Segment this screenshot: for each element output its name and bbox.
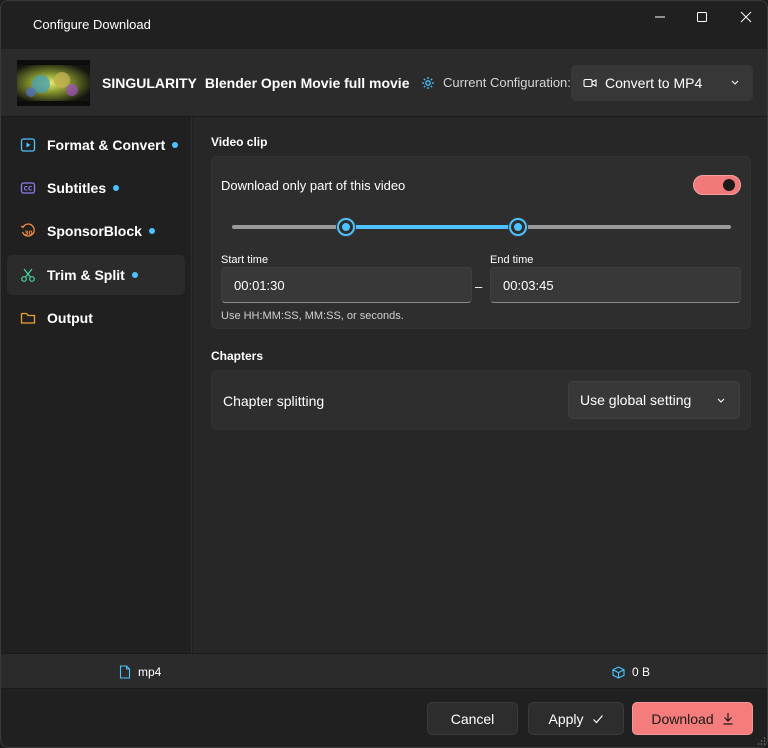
sidebar-item-label: SponsorBlock	[47, 223, 142, 239]
close-button[interactable]	[723, 1, 767, 33]
resize-grip-icon[interactable]	[756, 736, 766, 746]
folder-icon	[19, 309, 37, 327]
channel-name: SINGULARITY	[102, 75, 197, 91]
partial-download-toggle[interactable]	[693, 175, 741, 195]
svg-text:CC: CC	[24, 186, 33, 193]
sidebar-item-format-convert[interactable]: Format & Convert	[7, 125, 185, 165]
gear-icon	[422, 76, 434, 89]
minimize-icon	[655, 16, 665, 18]
chapter-splitting-value: Use global setting	[580, 392, 692, 408]
apply-button[interactable]: Apply	[528, 702, 624, 735]
cancel-button[interactable]: Cancel	[427, 702, 518, 735]
modified-indicator	[148, 228, 155, 234]
sidebar: Format & Convert CC Subtitles 30 Sponsor…	[1, 117, 192, 653]
play-box-icon	[19, 136, 37, 154]
chapters-card: Chapter splitting Use global setting	[211, 370, 751, 430]
configuration-dropdown[interactable]: Convert to MP4	[571, 65, 753, 101]
checkmark-icon	[592, 714, 603, 723]
modified-indicator	[131, 272, 138, 278]
video-camera-icon	[583, 78, 597, 88]
video-title: SINGULARITY Blender Open Movie full movie	[102, 75, 409, 91]
download-button[interactable]: Download	[632, 702, 753, 735]
size-status: 0 B	[612, 665, 650, 679]
time-format-hint: Use HH:MM:SS, MM:SS, or seconds.	[221, 310, 404, 322]
sidebar-item-sponsorblock[interactable]: 30 SponsorBlock	[7, 211, 185, 251]
sidebar-item-trim-split[interactable]: Trim & Split	[7, 255, 185, 295]
modified-indicator	[172, 142, 179, 148]
chapter-splitting-dropdown[interactable]: Use global setting	[568, 381, 740, 419]
chevron-down-icon	[717, 398, 725, 403]
configure-download-window: Configure Download SINGULARITY Blender O…	[0, 0, 768, 748]
toggle-knob	[723, 179, 735, 191]
package-icon	[612, 665, 625, 679]
range-start-handle[interactable]	[336, 217, 356, 237]
sidebar-item-label: Subtitles	[47, 180, 107, 196]
start-time-label: Start time	[221, 254, 269, 266]
video-clip-heading: Video clip	[211, 135, 268, 149]
sidebar-item-label: Trim & Split	[47, 267, 125, 283]
download-icon	[723, 713, 733, 725]
video-clip-card: Download only part of this video Start t…	[211, 156, 751, 329]
sidebar-item-subtitles[interactable]: CC Subtitles	[7, 168, 185, 208]
trim-split-panel: Video clip Download only part of this vi…	[193, 117, 767, 653]
clip-range-fill	[346, 225, 518, 229]
maximize-button[interactable]	[679, 1, 725, 33]
dialog-footer: Cancel Apply Download	[1, 689, 767, 747]
start-time-input[interactable]: 00:01:30	[221, 267, 472, 303]
chapters-heading: Chapters	[211, 349, 264, 363]
sidebar-item-label: Format & Convert	[47, 137, 166, 153]
time-range-separator: –	[475, 279, 483, 294]
scissors-icon	[19, 266, 37, 284]
file-icon	[119, 665, 131, 679]
title-bar: Configure Download	[1, 1, 767, 49]
minimize-button[interactable]	[637, 1, 683, 33]
modified-indicator	[113, 185, 120, 191]
partial-download-label: Download only part of this video	[221, 178, 406, 193]
chapter-splitting-label: Chapter splitting	[223, 393, 325, 409]
video-thumbnail	[17, 60, 90, 106]
size-value: 0 B	[632, 665, 651, 679]
maximize-icon	[697, 12, 707, 22]
rewind-30-icon: 30	[19, 222, 37, 240]
video-header: SINGULARITY Blender Open Movie full movie…	[1, 49, 767, 117]
configuration-value: Convert to MP4	[605, 75, 703, 91]
format-status: mp4	[119, 665, 161, 679]
sidebar-item-output[interactable]: Output	[7, 298, 185, 338]
svg-text:30: 30	[24, 230, 32, 237]
clip-range-slider[interactable]	[232, 217, 731, 237]
chevron-down-icon	[731, 80, 739, 85]
sidebar-item-label: Output	[47, 310, 93, 326]
close-icon	[740, 11, 752, 23]
status-bar: mp4 0 B	[1, 653, 767, 689]
video-name: Blender Open Movie full movie	[204, 75, 410, 91]
end-time-input[interactable]: 00:03:45	[490, 267, 741, 303]
current-configuration-label: Current Configuration:	[421, 75, 571, 90]
end-time-label: End time	[490, 254, 534, 266]
window-title: Configure Download	[33, 17, 151, 32]
format-value: mp4	[138, 665, 162, 679]
cc-icon: CC	[19, 179, 37, 197]
range-end-handle[interactable]	[508, 217, 528, 237]
